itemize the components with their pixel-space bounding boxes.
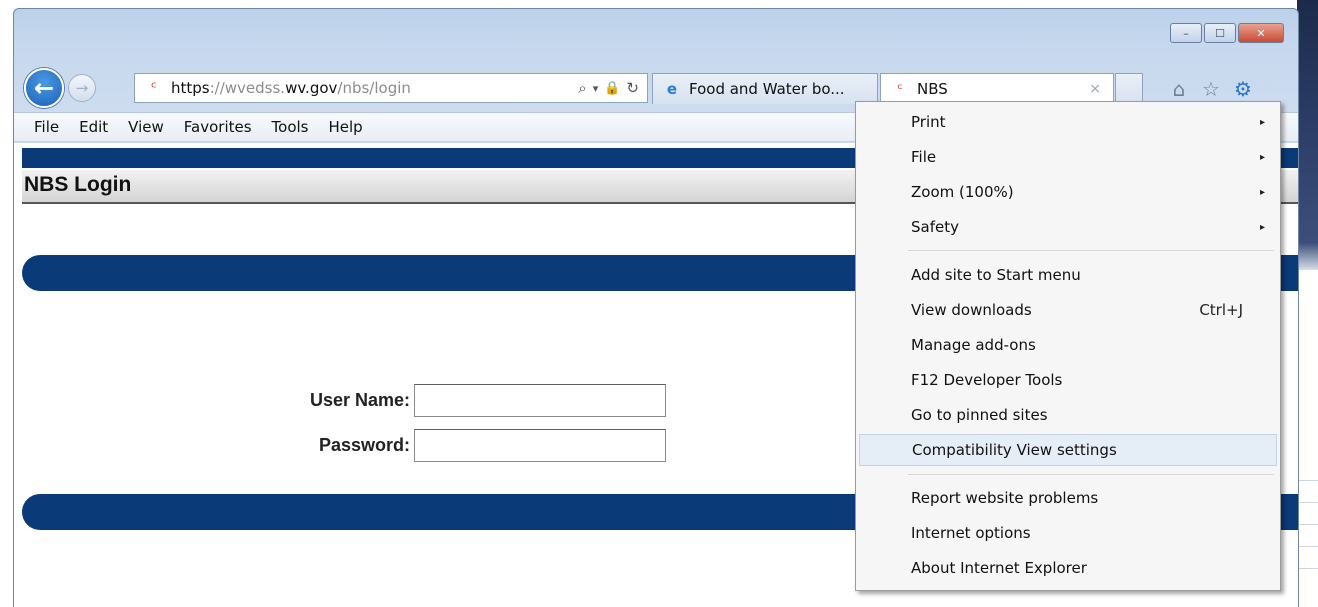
close-tab-icon[interactable]: ×	[1089, 81, 1101, 97]
password-label: Password:	[318, 435, 410, 455]
menu-item-internet-options[interactable]: Internet options	[859, 517, 1277, 549]
menu-item-f12-developer-tools[interactable]: F12 Developer Tools	[859, 364, 1277, 396]
menu-item-add-site-to-start[interactable]: Add site to Start menu	[859, 259, 1277, 291]
favorites-star-icon[interactable]: ☆	[1198, 76, 1224, 102]
submenu-arrow-icon: ▸	[1259, 116, 1265, 128]
username-input[interactable]	[414, 384, 666, 417]
back-button[interactable]: ←	[24, 68, 64, 108]
maximize-button[interactable]: ☐	[1204, 23, 1236, 43]
username-row: User Name:	[280, 384, 666, 417]
menu-item-compatibility-view-settings[interactable]: Compatibility View settings	[859, 434, 1277, 466]
browser-toolbar-icons: ⌂ ☆ ⚙	[1166, 76, 1256, 102]
url-scheme: https	[171, 79, 210, 97]
menu-item-safety[interactable]: Safety ▸	[859, 211, 1277, 243]
menu-item-pinned-sites[interactable]: Go to pinned sites	[859, 399, 1277, 431]
forward-arrow-icon: →	[75, 79, 89, 97]
menu-item-label: View downloads	[911, 301, 1032, 319]
nbs-favicon-icon: ᶜ	[897, 80, 903, 98]
tools-dropdown-menu: Print ▸ File ▸ Zoom (100%) ▸ Safety ▸ Ad…	[855, 101, 1281, 591]
menu-item-manage-addons[interactable]: Manage add-ons	[859, 329, 1277, 361]
menu-edit[interactable]: Edit	[69, 118, 118, 136]
minimize-button[interactable]: –	[1170, 23, 1202, 43]
submenu-arrow-icon: ▸	[1259, 151, 1265, 163]
menu-separator	[908, 474, 1274, 475]
tab-label: NBS	[917, 80, 948, 98]
menu-item-label: About Internet Explorer	[911, 559, 1087, 577]
window-caption-buttons: – ☐ ✕	[1168, 23, 1284, 43]
menu-separator	[908, 250, 1274, 251]
menu-item-about-ie[interactable]: About Internet Explorer	[859, 552, 1277, 584]
url-separator: ://	[209, 79, 225, 97]
background-window-edge	[1297, 270, 1318, 607]
address-url[interactable]: https://wvedss.wv.gov/nbs/login	[171, 79, 411, 97]
site-favicon-icon: ᶜ	[151, 78, 157, 97]
menu-favorites[interactable]: Favorites	[174, 118, 262, 136]
menu-item-label: Print	[911, 113, 946, 131]
home-icon[interactable]: ⌂	[1166, 76, 1192, 102]
address-bar[interactable]: ᶜ https://wvedss.wv.gov/nbs/login ⌕ ▾ 🔒 …	[134, 73, 648, 103]
menu-tools[interactable]: Tools	[262, 118, 319, 136]
menu-item-label: F12 Developer Tools	[911, 371, 1063, 389]
menu-item-label: Go to pinned sites	[911, 406, 1048, 424]
submenu-arrow-icon: ▸	[1259, 221, 1265, 233]
url-host: wv.gov	[285, 79, 338, 97]
url-path: /nbs/login	[337, 79, 411, 97]
menu-item-report-website-problems[interactable]: Report website problems	[859, 482, 1277, 514]
new-tab-button[interactable]	[1115, 73, 1143, 104]
desktop-background-left	[0, 0, 14, 607]
search-dropdown-icon[interactable]: ▾	[593, 82, 599, 95]
tab-food-and-water[interactable]: e Food and Water bo...	[652, 73, 878, 104]
forward-button[interactable]: →	[68, 74, 96, 102]
menu-item-view-downloads[interactable]: View downloads Ctrl+J	[859, 294, 1277, 326]
search-icon[interactable]: ⌕	[578, 79, 586, 97]
navigation-row: ← → ᶜ https://wvedss.wv.gov/nbs/login ⌕ …	[14, 64, 1298, 108]
menu-item-label: Internet options	[911, 524, 1031, 542]
menu-item-label: File	[911, 148, 937, 166]
menu-file[interactable]: File	[24, 118, 69, 136]
menu-item-file[interactable]: File ▸	[859, 141, 1277, 173]
password-row: Password:	[280, 429, 666, 462]
menu-item-label: Add site to Start menu	[911, 266, 1081, 284]
menu-item-label: Zoom (100%)	[911, 183, 1014, 201]
gear-icon[interactable]: ⚙	[1230, 76, 1256, 102]
lock-icon[interactable]: 🔒	[604, 81, 620, 96]
menu-item-label: Manage add-ons	[911, 336, 1036, 354]
close-button[interactable]: ✕	[1238, 23, 1284, 43]
username-label: User Name:	[309, 390, 410, 410]
tab-label: Food and Water bo...	[689, 80, 845, 98]
menu-help[interactable]: Help	[319, 118, 373, 136]
menu-item-shortcut: Ctrl+J	[1199, 301, 1243, 319]
url-subdomain: wvedss.	[224, 79, 286, 97]
back-arrow-icon: ←	[33, 74, 55, 102]
ie-page-icon: e	[666, 80, 678, 98]
menu-item-label: Report website problems	[911, 489, 1099, 507]
refresh-icon[interactable]: ↻	[626, 79, 639, 97]
menu-item-label: Safety	[911, 218, 959, 236]
menu-item-label: Compatibility View settings	[912, 441, 1117, 459]
tab-nbs[interactable]: ᶜ NBS ×	[880, 73, 1114, 104]
menu-item-print[interactable]: Print ▸	[859, 106, 1277, 138]
page-title: NBS Login	[24, 173, 132, 196]
password-input[interactable]	[414, 429, 666, 462]
menu-view[interactable]: View	[118, 118, 174, 136]
submenu-arrow-icon: ▸	[1259, 186, 1265, 198]
menu-item-zoom[interactable]: Zoom (100%) ▸	[859, 176, 1277, 208]
address-tools: ⌕ ▾ 🔒 ↻	[578, 79, 647, 97]
